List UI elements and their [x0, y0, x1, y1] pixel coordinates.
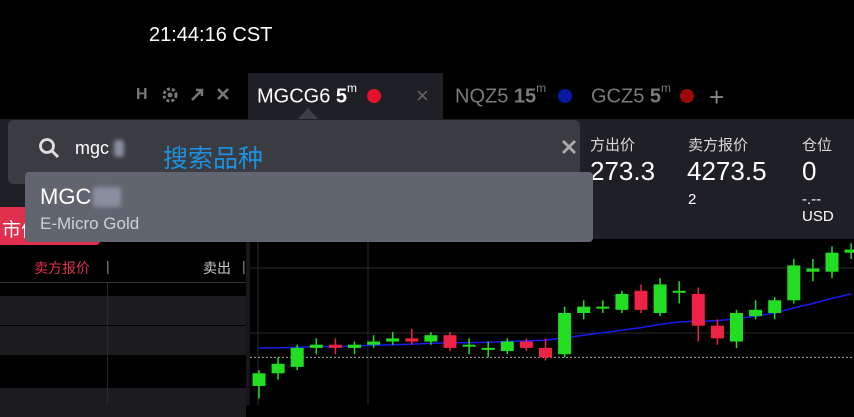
search-annotation: 搜索品种 [163, 145, 264, 173]
candle-body [558, 312, 572, 355]
tab-gcz5[interactable]: GCZ5 5m [591, 81, 671, 109]
result-description: E-Micro Gold [40, 214, 140, 233]
table-row[interactable] [0, 296, 246, 325]
sell-column-header: 卖出 [203, 260, 231, 276]
candle-body [386, 338, 400, 342]
candle-body [443, 335, 457, 348]
ask-label: 卖方报价 [688, 137, 749, 154]
close-tab-icon[interactable]: × [416, 83, 429, 109]
candle-body [424, 335, 438, 342]
bid-value: 273.3 [590, 156, 656, 186]
dom-table-header: 卖方报价 | 卖出 | [0, 256, 248, 278]
status-dot-icon [680, 89, 694, 103]
candle-body [309, 344, 323, 348]
candle-body [481, 347, 495, 350]
candle-body [672, 290, 686, 293]
redacted-text [93, 187, 121, 207]
candle-body [500, 341, 514, 352]
column-divider [107, 282, 108, 405]
clear-search-icon[interactable] [560, 138, 578, 156]
candle-body [825, 252, 839, 272]
search-icon [39, 138, 60, 159]
candle-body [844, 249, 854, 253]
tab-nqz5[interactable]: NQZ5 15m [455, 81, 546, 109]
expand-icon[interactable] [189, 87, 205, 108]
position-value: 0 [802, 156, 817, 186]
candle-body [577, 306, 591, 313]
candle-body [462, 344, 476, 347]
tab-label: MGCG6 5m [257, 81, 358, 108]
gear-icon[interactable] [161, 86, 179, 109]
candle-body [787, 265, 801, 301]
result-symbol: MGC [40, 184, 92, 209]
add-tab-icon[interactable]: + [709, 82, 724, 113]
candle-body [252, 373, 266, 386]
candle-body [806, 268, 820, 272]
position-label: 仓位 [802, 137, 833, 154]
search-input[interactable] [75, 136, 135, 160]
h-label[interactable]: H [136, 86, 148, 104]
candle-body [271, 363, 285, 374]
candle-body [290, 347, 304, 367]
ask-size: 2 [688, 191, 697, 208]
caret-icon [298, 108, 318, 119]
candle-body [634, 290, 648, 310]
candle-body [519, 341, 533, 348]
candle-body [328, 344, 342, 348]
candle-body [710, 325, 724, 339]
clock: 21:44:16 CST [149, 24, 273, 46]
table-row[interactable] [0, 326, 246, 355]
candle-body [653, 284, 667, 313]
position-pnl: -.-- USD [802, 191, 834, 225]
candle-body [348, 344, 361, 348]
candle-body [539, 347, 552, 358]
candle-body [405, 338, 419, 342]
divider [0, 282, 248, 283]
candle-body [615, 293, 629, 310]
table-row[interactable] [0, 388, 246, 417]
candle-body [749, 309, 763, 317]
candle-body [691, 293, 705, 326]
redacted-text [114, 140, 124, 157]
moving-average-line [259, 293, 852, 349]
divider: | [106, 258, 110, 274]
candle-body [367, 341, 381, 345]
close-icon[interactable] [215, 86, 231, 107]
search-result-item[interactable]: MGC E-Micro Gold [25, 172, 593, 242]
candle-body [596, 306, 610, 309]
candle-body [730, 312, 743, 342]
bid-label: 方出价 [590, 137, 636, 154]
tab-mgcg6[interactable]: MGCG6 5m × [248, 73, 443, 119]
ask-column-header: 卖方报价 [34, 260, 90, 276]
ask-value: 4273.5 [687, 156, 767, 186]
status-dot-icon [367, 89, 381, 103]
status-dot-icon [558, 89, 572, 103]
candle-body [768, 300, 782, 313]
candlestick-chart[interactable] [250, 240, 854, 405]
